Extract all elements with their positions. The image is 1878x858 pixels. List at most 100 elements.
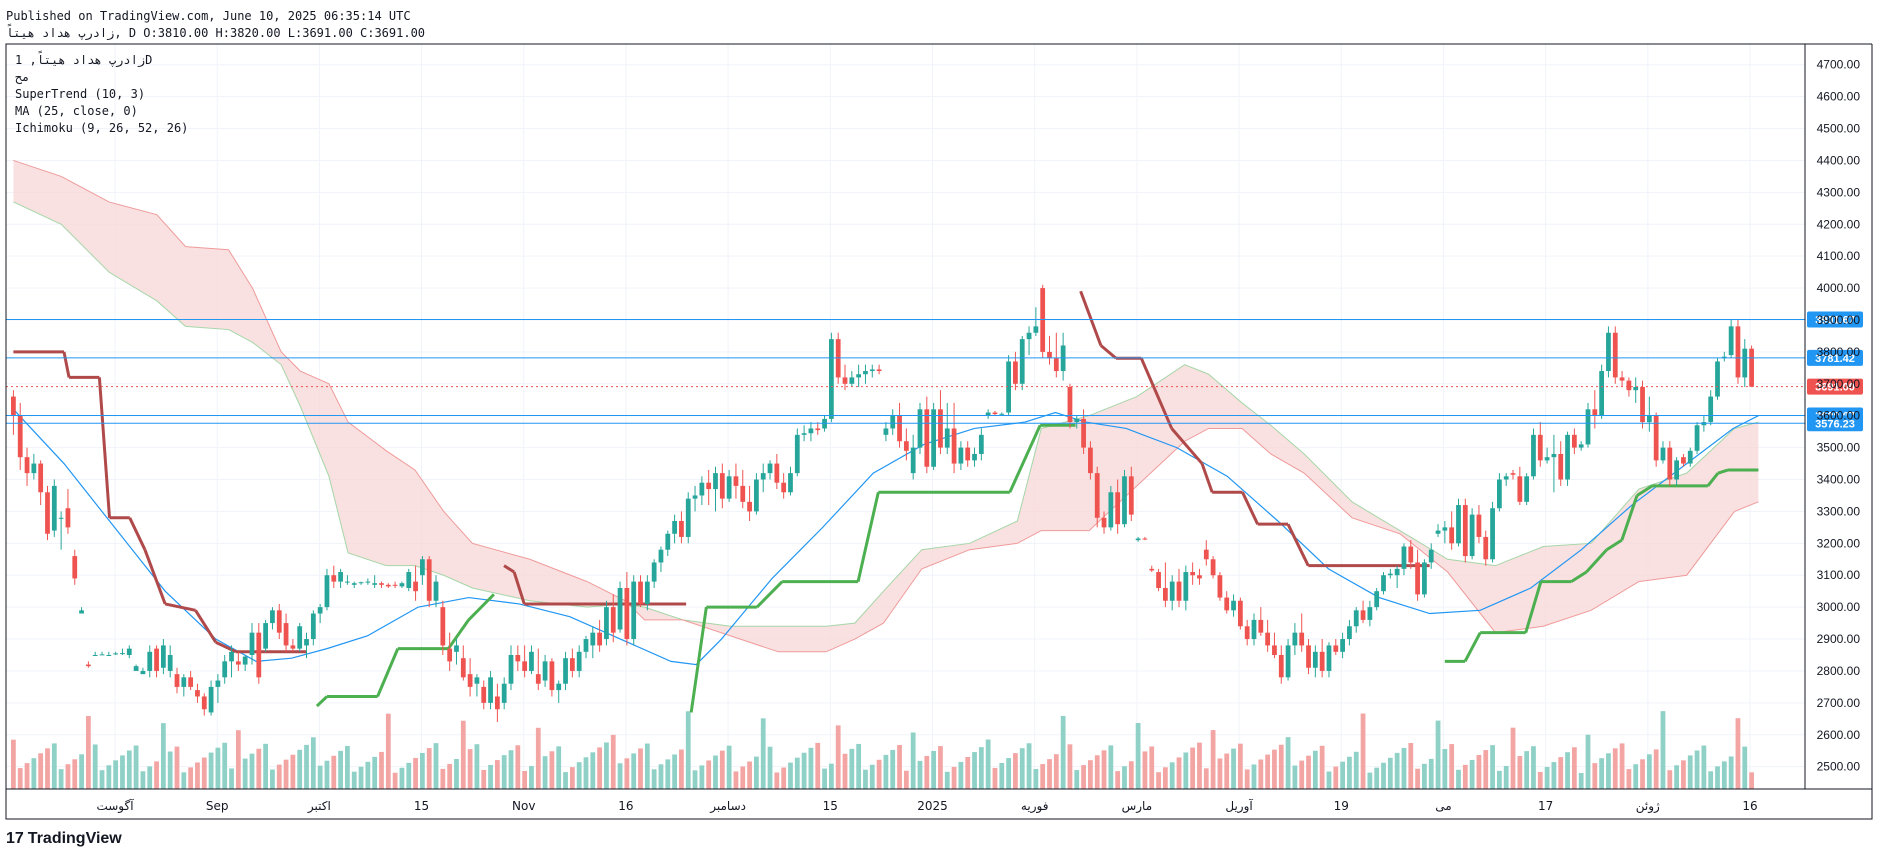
candle-body: [358, 582, 364, 584]
volume-bar: [781, 767, 787, 789]
y-tick-label: 3600.00: [1817, 409, 1861, 423]
candle-body: [1565, 434, 1570, 480]
candle-body: [1013, 361, 1018, 384]
volume-bar: [1312, 750, 1318, 789]
candle-body: [276, 610, 282, 633]
candle-body: [331, 575, 337, 582]
supertrend-segment: [62, 351, 71, 378]
volume-bar: [822, 768, 827, 789]
legend-ichimoku[interactable]: Ichimoku (9, 26, 52, 26): [15, 120, 188, 137]
y-tick-label: 2600.00: [1817, 728, 1861, 742]
candle-body: [215, 680, 221, 687]
candle-body: [644, 581, 650, 604]
volume-bar: [529, 766, 534, 789]
volume-bar: [481, 769, 487, 789]
candle-body: [235, 661, 241, 665]
candle-body: [1340, 639, 1345, 652]
candle-body: [1251, 619, 1257, 640]
volume-bar: [215, 747, 221, 789]
candle-body: [515, 654, 521, 662]
candle-body: [672, 520, 677, 534]
volume-bar: [1585, 734, 1591, 789]
volume-bar: [1326, 771, 1332, 789]
candle-body: [1387, 573, 1393, 576]
x-tick-label: 2025: [917, 799, 948, 813]
candle-body: [903, 441, 909, 451]
candle-body: [549, 661, 555, 691]
volume-bar: [11, 739, 16, 789]
candle-body: [972, 453, 977, 461]
y-tick-label: 3100.00: [1817, 568, 1861, 582]
volume-bar: [1667, 770, 1673, 789]
volume-bar: [1578, 773, 1584, 789]
volume-bar: [685, 711, 691, 789]
candle-body: [229, 651, 234, 662]
candle-body: [242, 656, 248, 665]
y-tick-label: 4000.00: [1817, 281, 1861, 295]
volume-bar: [767, 746, 773, 789]
volume-bar: [985, 739, 991, 789]
candle-body: [181, 677, 187, 687]
volume-bar: [1503, 765, 1509, 789]
volume-bar: [1053, 754, 1059, 789]
volume-bar: [610, 734, 616, 789]
candle-body: [665, 533, 671, 550]
candle-body: [849, 377, 855, 384]
volume-bar: [276, 764, 282, 789]
volume-bar: [576, 762, 582, 789]
volume-bar: [542, 756, 548, 789]
volume-bar: [944, 771, 950, 789]
volume-bar: [324, 760, 330, 789]
candle-body: [1435, 530, 1441, 534]
candle-body: [965, 447, 971, 461]
candle-body: [222, 661, 228, 678]
volume-bars: [11, 711, 1754, 789]
candle-body: [460, 658, 466, 678]
supertrend-segment: [143, 549, 167, 605]
candle-body: [719, 473, 725, 499]
volume-bar: [1340, 761, 1345, 789]
candle-body: [1142, 538, 1148, 540]
volume-bar: [1415, 768, 1420, 789]
candle-body: [147, 651, 153, 671]
volume-bar: [999, 763, 1005, 789]
tradingview-logo[interactable]: 17 TradingView: [6, 830, 122, 848]
volume-bar: [590, 752, 596, 789]
volume-bar: [1496, 770, 1502, 789]
candle-body: [828, 339, 834, 419]
volume-bar: [604, 742, 609, 789]
legend-symbol: زادرپ هداد هیتاً, 1D: [15, 53, 153, 67]
volume-bar: [1571, 747, 1577, 789]
cloud-leading-span-a: [13, 201, 1759, 627]
volume-bar: [249, 753, 255, 789]
candle-body: [726, 476, 732, 499]
candle-body: [685, 498, 691, 537]
volume-bar: [1708, 771, 1714, 789]
legend-supertrend[interactable]: SuperTrend (10, 3): [15, 86, 188, 103]
candle-body: [1326, 645, 1332, 671]
volume-bar: [747, 761, 752, 789]
volume-bar: [992, 767, 998, 789]
volume-bar: [508, 750, 514, 789]
volume-bar: [535, 727, 541, 789]
volume-bar: [1197, 742, 1202, 789]
volume-bar: [903, 770, 909, 789]
volume-bar: [1162, 767, 1168, 789]
ichimoku-cloud: [13, 159, 1759, 653]
candle-body: [1176, 581, 1182, 601]
volume-bar: [17, 768, 23, 789]
volume-bar: [522, 771, 528, 789]
y-tick-label: 3700.00: [1817, 377, 1861, 391]
candle-body: [351, 583, 357, 585]
volume-bar: [1360, 713, 1366, 789]
candle-body: [1353, 610, 1359, 627]
volume-bar: [440, 768, 446, 789]
volume-bar: [1265, 754, 1271, 789]
candle-body: [597, 632, 603, 646]
volume-bar: [1646, 754, 1652, 789]
volume-bar: [358, 766, 364, 789]
legend-ma[interactable]: MA (25, close, 0): [15, 103, 188, 120]
volume-bar: [1428, 758, 1434, 789]
price-chart[interactable]: 3901.673781.423600.673576.233691.00 2500…: [0, 0, 1878, 858]
candle-body: [1422, 562, 1427, 595]
